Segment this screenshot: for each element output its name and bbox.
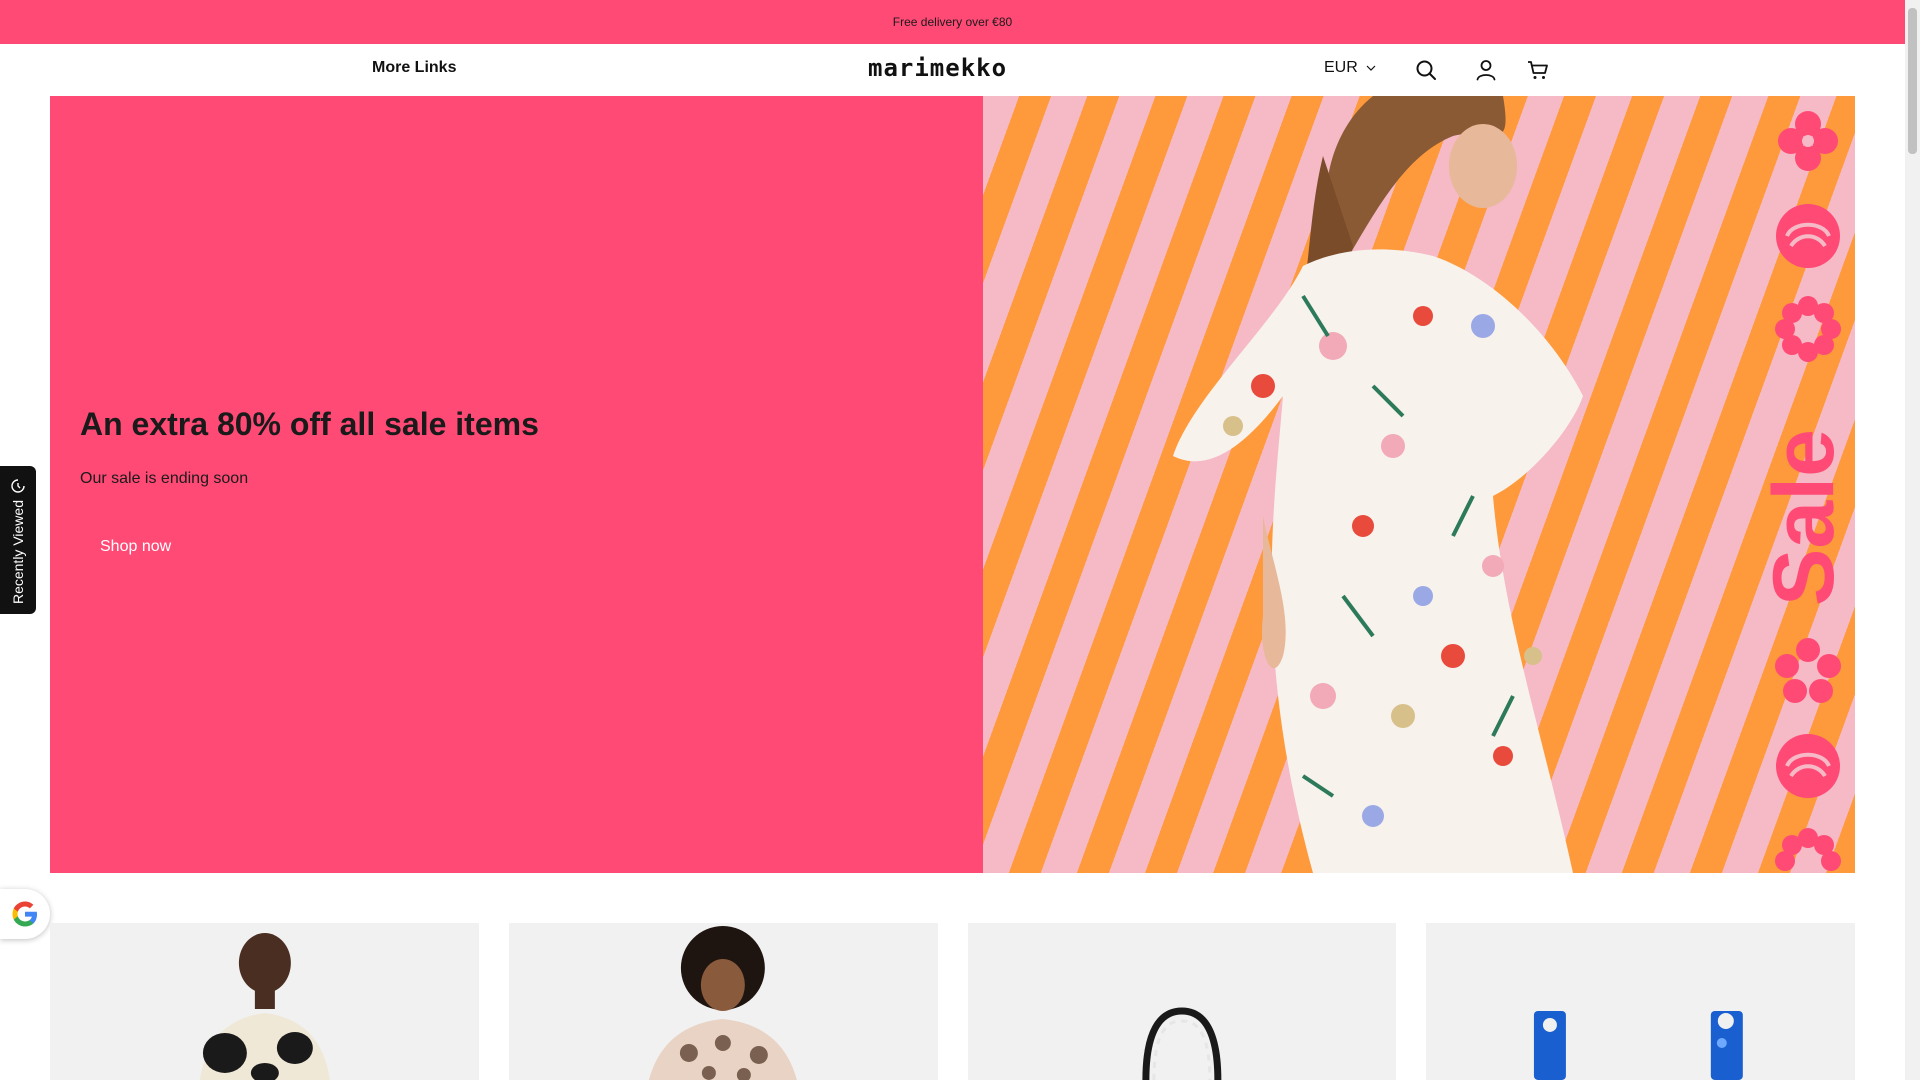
product-image [1141,1007,1221,1080]
flower-icon [1778,111,1838,171]
hero-text-panel: An extra 80% off all sale items Our sale… [50,96,983,873]
google-icon [12,901,37,927]
hero-title: An extra 80% off all sale items [80,406,539,442]
product-image [648,926,797,1080]
recently-viewed-label: Recently Viewed [10,500,26,605]
chevron-down-icon [1366,65,1376,71]
flower-icon [1776,734,1840,798]
cart-icon [1528,61,1548,79]
scrollbar-thumb[interactable] [1908,8,1917,154]
search-icon [1416,60,1436,80]
flower-icon [1776,204,1840,268]
product-card[interactable] [508,923,938,1080]
currency-label: EUR [1324,59,1358,76]
sale-image-text: Sale [1756,429,1852,606]
currency-selector[interactable]: EUR [1324,59,1376,77]
google-reviews-badge[interactable] [0,889,50,939]
account-icon [1476,60,1496,81]
product-grid [50,923,1855,1080]
shop-now-button[interactable]: Shop now [80,526,192,568]
more-links-menu[interactable]: More Links [372,59,456,77]
site-header: More Links marimekko EUR [0,44,1905,96]
announcement-bar: Free delivery over €80 [0,0,1905,44]
flower-icon [1775,638,1841,703]
page: Free delivery over €80 More Links marime… [0,0,1905,1080]
recently-viewed-tab[interactable]: Recently Viewed [0,466,36,614]
page-scrollbar[interactable] [1905,0,1920,1080]
brand-logo[interactable]: marimekko [868,54,1007,82]
account-button[interactable] [1472,56,1500,84]
hero-banner: An extra 80% off all sale items Our sale… [50,96,1855,873]
product-card[interactable] [967,923,1397,1080]
hero-image[interactable]: Sale [983,96,1855,873]
product-card[interactable] [50,923,479,1080]
hero-subtitle: Our sale is ending soon [80,470,249,487]
product-image [1534,1010,1744,1080]
model-photo [1173,96,1583,873]
recently-viewed-icon [11,479,25,493]
announcement-text: Free delivery over €80 [892,15,1013,29]
flower-icon [1775,828,1841,871]
search-button[interactable] [1412,56,1440,84]
product-card[interactable] [1426,923,1855,1080]
cart-button[interactable] [1524,56,1552,84]
product-image [199,933,330,1080]
